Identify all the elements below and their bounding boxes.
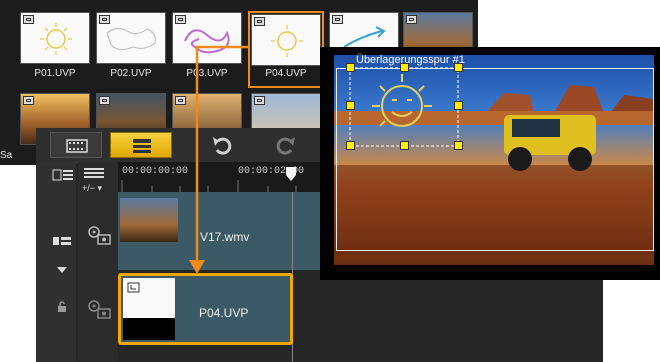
resize-handle-bottom-right[interactable] [454, 141, 463, 150]
resize-handle-right[interactable] [454, 101, 463, 110]
sun-overlay-drawing[interactable] [346, 66, 462, 148]
resize-handle-top-right[interactable] [454, 63, 463, 72]
overlay-track-title: Überlagerungsspur #1 [356, 54, 465, 66]
resize-handle-bottom[interactable] [400, 141, 409, 150]
resize-handle-left[interactable] [346, 101, 355, 110]
resize-handle-top-left[interactable] [346, 63, 355, 72]
resize-handle-top[interactable] [400, 63, 409, 72]
resize-handle-bottom-left[interactable] [346, 141, 355, 150]
